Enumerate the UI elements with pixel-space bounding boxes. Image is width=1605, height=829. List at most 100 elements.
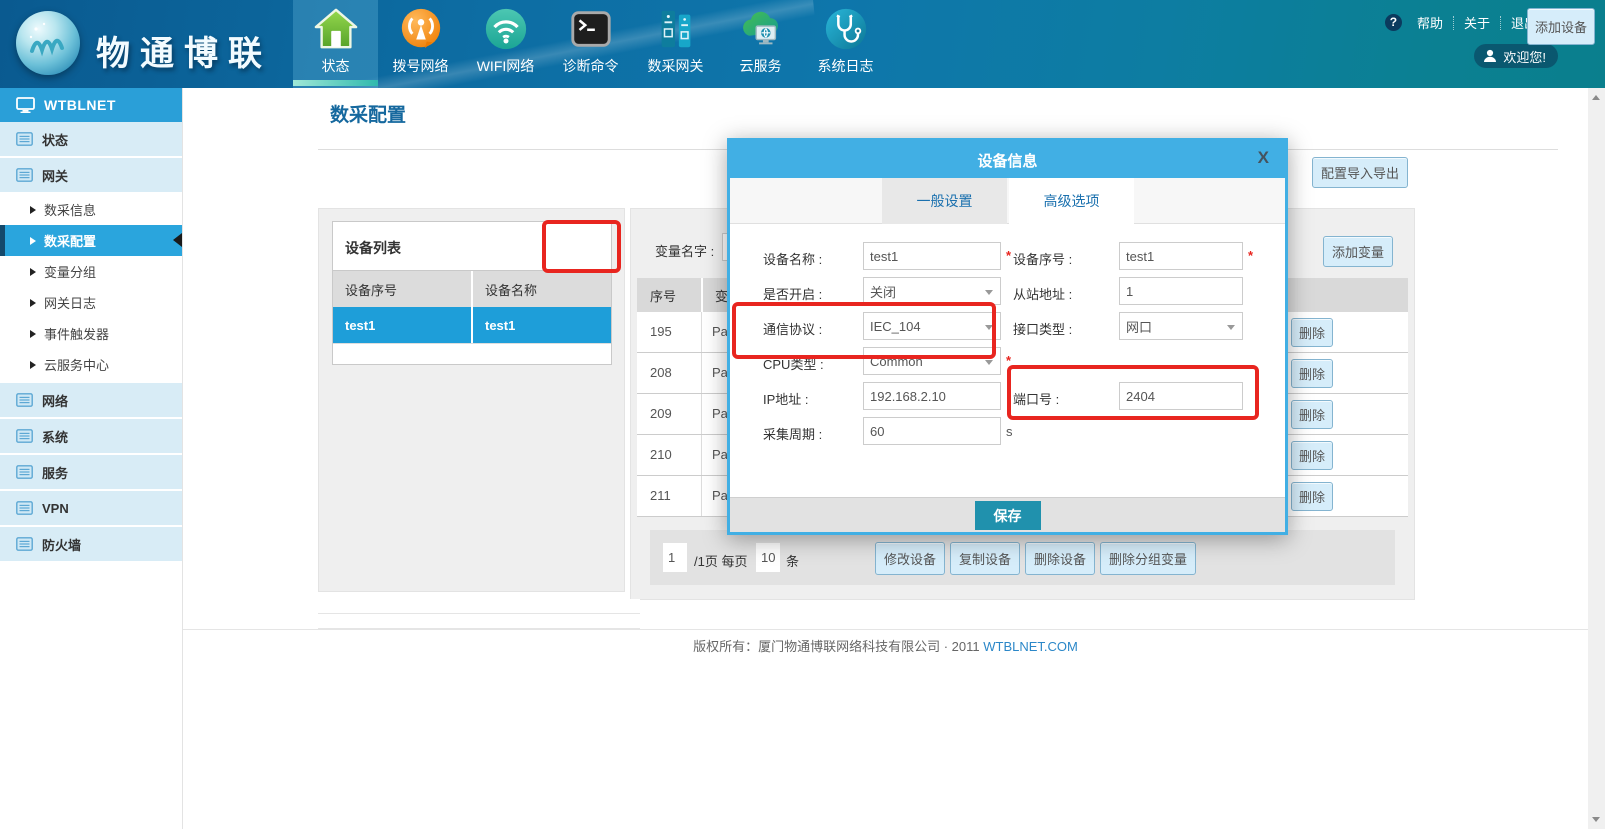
sidebar-subitem-daq-info[interactable]: 数采信息 (0, 194, 182, 225)
delete-group-vars-button[interactable]: 删除分组变量 (1100, 542, 1196, 575)
required-mark: * (1006, 353, 1011, 368)
app-root: 物通博联 状态 (0, 0, 1605, 829)
delete-variable-button[interactable]: 删除 (1291, 441, 1333, 470)
subitem-label: 数采配置 (44, 231, 96, 250)
pagination-bar: /1页 每页 条 修改设备 复制设备 删除设备 删除分组变量 (650, 530, 1395, 585)
delete-variable-button[interactable]: 删除 (1291, 482, 1333, 511)
sidebar-subitem-gateway-log[interactable]: 网关日志 (0, 287, 182, 318)
page-number-input[interactable] (663, 543, 687, 572)
sidebar-subitem-event-trigger[interactable]: 事件触发器 (0, 318, 182, 349)
name-cell: Pa (712, 365, 728, 380)
vertical-scrollbar[interactable] (1588, 88, 1605, 829)
triangle-icon (30, 330, 36, 338)
nav-item-diagnostic[interactable]: 诊断命令 (548, 0, 633, 88)
sidebar-item-network[interactable]: 网络 (0, 383, 182, 417)
name-cell: Pa (712, 324, 728, 339)
per-page-input[interactable] (756, 543, 780, 572)
nav-item-label: 诊断命令 (548, 56, 633, 76)
tab-advanced-options[interactable]: 高级选项 (1009, 178, 1134, 228)
delete-variable-button[interactable]: 删除 (1291, 318, 1333, 347)
protocol-select[interactable]: IEC_104 (863, 312, 1001, 340)
sidebar-header: WTBLNET (0, 88, 182, 122)
subitem-label: 事件触发器 (44, 324, 109, 343)
nav-item-wifi-network[interactable]: WIFI网络 (463, 0, 548, 88)
divider (701, 394, 702, 434)
sidebar-item-vpn[interactable]: VPN (0, 491, 182, 525)
list-icon (16, 501, 33, 515)
nav-item-daq-gateway[interactable]: 数采网关 (633, 0, 718, 88)
dial-network-icon (398, 6, 444, 52)
subitem-label: 云服务中心 (44, 355, 109, 374)
footer: 版权所有：厦门物通博联网络科技有限公司 · 2011 WTBLNET.COM (183, 636, 1588, 655)
device-serial-input[interactable] (1119, 242, 1243, 270)
interface-select[interactable]: 网口 (1119, 312, 1243, 340)
copy-device-button[interactable]: 复制设备 (950, 542, 1020, 575)
enabled-select[interactable]: 关闭 (863, 277, 1001, 305)
sidebar-item-gateway[interactable]: 网关 (0, 158, 182, 192)
ip-input[interactable] (863, 382, 1001, 410)
subitem-label: 变量分组 (44, 262, 96, 281)
welcome-badge[interactable]: 欢迎您! (1474, 44, 1558, 68)
cloud-service-icon (738, 6, 784, 52)
list-icon (16, 132, 33, 146)
sidebar-item-label: 网络 (42, 391, 68, 410)
chevron-down-icon (985, 325, 993, 330)
modify-device-button[interactable]: 修改设备 (875, 542, 945, 575)
nav-item-status[interactable]: 状态 (293, 0, 378, 88)
sidebar-subitem-var-group[interactable]: 变量分组 (0, 256, 182, 287)
device-list-box: 设备列表 设备序号 设备名称 test1 test1 (332, 221, 612, 365)
scroll-down-icon[interactable] (1592, 817, 1600, 822)
subitem-label: 网关日志 (44, 293, 96, 312)
sidebar-subitem-cloud-center[interactable]: 云服务中心 (0, 349, 182, 380)
cpu-type-select[interactable]: Common (863, 347, 1001, 375)
enabled-label: 是否开启 : (763, 284, 822, 303)
device-row-selected[interactable]: test1 test1 (333, 307, 611, 343)
sidebar-subitem-daq-config[interactable]: 数采配置 (0, 225, 182, 256)
device-name-label: 设备名称 : (763, 249, 822, 268)
cpu-type-label: CPU类型 : (763, 354, 824, 373)
tab-general-settings[interactable]: 一般设置 (882, 178, 1007, 224)
required-mark: * (1248, 248, 1253, 263)
close-icon[interactable]: X (1258, 148, 1269, 168)
sidebar-item-system[interactable]: 系统 (0, 419, 182, 453)
col-device-serial: 设备序号 (333, 271, 473, 307)
name-cell: Pa (712, 488, 728, 503)
sidebar-item-firewall[interactable]: 防火墙 (0, 527, 182, 561)
delete-variable-button[interactable]: 删除 (1291, 359, 1333, 388)
modal-form: 设备名称 : * 设备序号 : * 是否开启 : 关闭 从站地址 : 通信协议 … (730, 224, 1285, 497)
about-link[interactable]: 关于 (1454, 13, 1500, 32)
delete-device-button[interactable]: 删除设备 (1025, 542, 1095, 575)
divider (701, 312, 702, 352)
nav-item-system-log[interactable]: 系统日志 (803, 0, 888, 88)
sidebar-item-status[interactable]: 状态 (0, 122, 182, 156)
port-input[interactable] (1119, 382, 1243, 410)
nav-item-cloud-service[interactable]: 云服务 (718, 0, 803, 88)
add-variable-button[interactable]: 添加变量 (1323, 236, 1393, 267)
nav-item-dial-network[interactable]: 拨号网络 (378, 0, 463, 88)
add-device-button[interactable]: 添加设备 (1527, 8, 1595, 45)
home-icon (313, 6, 359, 52)
help-link[interactable]: 帮助 (1407, 13, 1453, 32)
protocol-value: IEC_104 (870, 319, 921, 334)
sidebar-item-service[interactable]: 服务 (0, 455, 182, 489)
config-import-export-button[interactable]: 配置导入导出 (1312, 157, 1408, 188)
name-cell: Pa (712, 406, 728, 421)
enabled-value: 关闭 (870, 282, 896, 301)
main-nav: 状态 拨号网络 (293, 0, 888, 88)
list-icon (16, 537, 33, 551)
list-icon (16, 429, 33, 443)
scroll-up-icon[interactable] (1592, 95, 1600, 100)
nav-item-label: WIFI网络 (463, 56, 548, 76)
interface-label: 接口类型 : (1013, 319, 1072, 338)
cpu-type-value: Common (870, 354, 923, 369)
modal-tabs: 一般设置 高级选项 (730, 178, 1285, 224)
chevron-down-icon (1227, 325, 1235, 330)
device-name-input[interactable] (863, 242, 1001, 270)
sidebar-item-label: 防火墙 (42, 535, 81, 554)
slave-addr-input[interactable] (1119, 277, 1243, 305)
period-input[interactable] (863, 417, 1001, 445)
seq-cell: 195 (650, 324, 672, 339)
footer-link[interactable]: WTBLNET.COM (983, 639, 1078, 654)
save-button[interactable]: 保存 (975, 501, 1041, 530)
delete-variable-button[interactable]: 删除 (1291, 400, 1333, 429)
